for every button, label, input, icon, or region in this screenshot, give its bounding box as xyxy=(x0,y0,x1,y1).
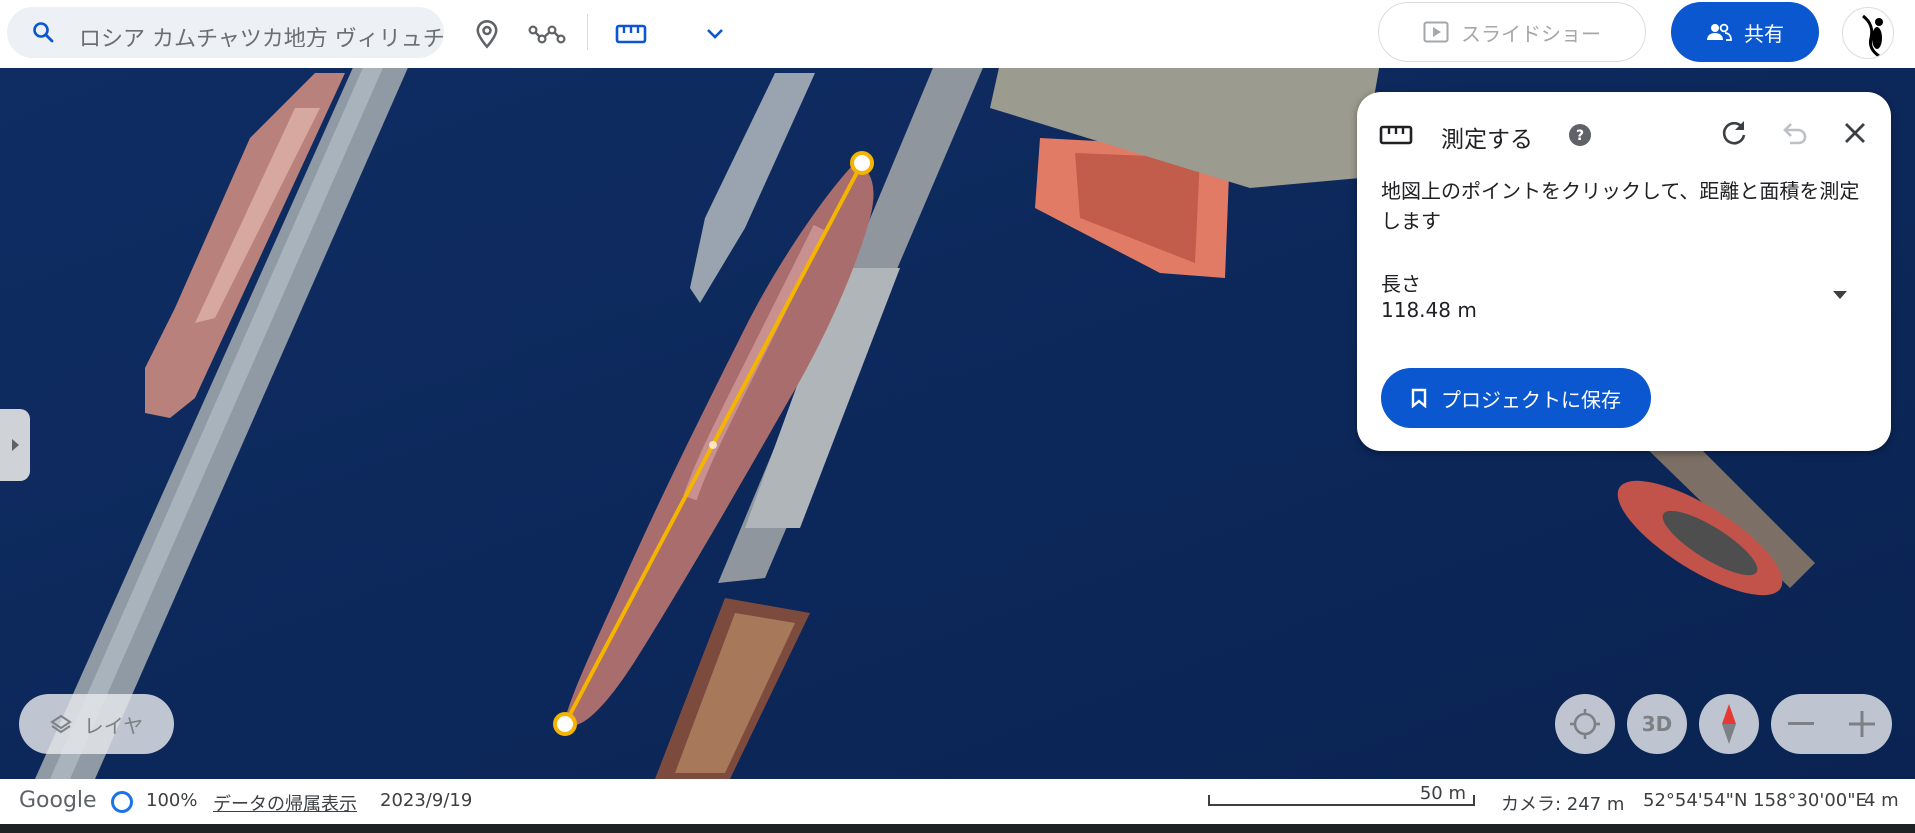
imagery-date: 2023/9/19 xyxy=(380,790,473,811)
people-icon xyxy=(1707,23,1732,41)
window-bottom-edge xyxy=(0,824,1915,833)
chevron-down-icon[interactable] xyxy=(695,14,735,54)
coordinates: 52°54'54"N 158°30'00"E xyxy=(1643,790,1867,811)
loading-ring-icon xyxy=(111,791,133,813)
save-to-project-button[interactable]: プロジェクトに保存 xyxy=(1381,368,1651,428)
bookmark-icon xyxy=(1411,388,1427,408)
path-icon[interactable] xyxy=(527,14,567,54)
zoom-out-button[interactable] xyxy=(1771,694,1831,754)
compass-icon xyxy=(1722,704,1736,744)
panel-description: 地図上のポイントをクリックして、距離と面積を測定します xyxy=(1381,179,1860,233)
redo-icon[interactable] xyxy=(1717,116,1751,150)
help-icon[interactable]: ? xyxy=(1563,118,1597,152)
ruler-icon xyxy=(1379,118,1413,152)
svg-text:?: ? xyxy=(1576,128,1584,144)
toolbar-divider xyxy=(587,14,588,50)
layers-label: レイヤ xyxy=(83,713,144,738)
layers-icon xyxy=(49,714,72,734)
unit-dropdown-icon[interactable] xyxy=(1823,278,1857,312)
status-bar: Google 100% データの帰属表示 2023/9/19 50 m カメラ:… xyxy=(0,779,1915,824)
length-value: 118.48 m xyxy=(1381,298,1477,322)
panel-title: 測定する xyxy=(1441,127,1533,153)
pin-icon[interactable] xyxy=(467,14,507,54)
search-input[interactable]: ロシア カムチャツカ地方 ヴィリュチンスク xyxy=(79,21,444,47)
measure-point-start xyxy=(850,151,874,175)
measure-midpoint xyxy=(709,441,717,449)
compass-button[interactable] xyxy=(1699,694,1759,754)
save-label: プロジェクトに保存 xyxy=(1441,387,1621,412)
search-icon[interactable] xyxy=(31,20,55,44)
side-panel-toggle[interactable] xyxy=(0,409,30,481)
3d-toggle-button[interactable]: 3D xyxy=(1627,694,1687,754)
close-icon[interactable] xyxy=(1838,116,1872,150)
ruler-icon[interactable] xyxy=(611,14,651,54)
crosshair-icon xyxy=(1570,709,1600,739)
play-icon xyxy=(1423,21,1449,43)
scale-bar: 50 m xyxy=(1208,783,1476,807)
3d-label: 3D xyxy=(1641,712,1673,736)
load-percent: 100% xyxy=(146,790,198,811)
avatar[interactable] xyxy=(1842,7,1894,59)
minus-icon xyxy=(1788,722,1814,725)
slideshow-button[interactable]: スライドショー xyxy=(1378,2,1646,62)
share-label: 共有 xyxy=(1744,21,1784,46)
top-bar: ロシア カムチャツカ地方 ヴィリュチンスク xyxy=(0,0,1915,68)
slideshow-label: スライドショー xyxy=(1461,21,1601,46)
share-button[interactable]: 共有 xyxy=(1671,2,1819,62)
zoom-in-button[interactable] xyxy=(1832,694,1892,754)
chevron-right-icon xyxy=(12,439,19,451)
camera-altitude: カメラ: 247 m xyxy=(1501,794,1625,815)
undo-icon[interactable] xyxy=(1777,116,1811,150)
measure-panel: 測定する ? 地図上のポイントをクリックして、距離と面積を測定します 長さ 11… xyxy=(1357,92,1891,451)
search-box[interactable]: ロシア カムチャツカ地方 ヴィリュチンスク xyxy=(7,7,444,58)
data-attribution-link[interactable]: データの帰属表示 xyxy=(213,790,357,816)
length-label: 長さ xyxy=(1381,272,1421,296)
zoom-control xyxy=(1771,694,1892,754)
measure-point-end xyxy=(553,712,577,736)
scale-label: 50 m xyxy=(1419,783,1466,804)
elevation: 4 m xyxy=(1864,790,1899,811)
plus-icon xyxy=(1849,711,1875,737)
google-logo: Google xyxy=(19,788,97,813)
layers-button[interactable]: レイヤ xyxy=(19,694,174,754)
my-location-button[interactable] xyxy=(1555,694,1615,754)
